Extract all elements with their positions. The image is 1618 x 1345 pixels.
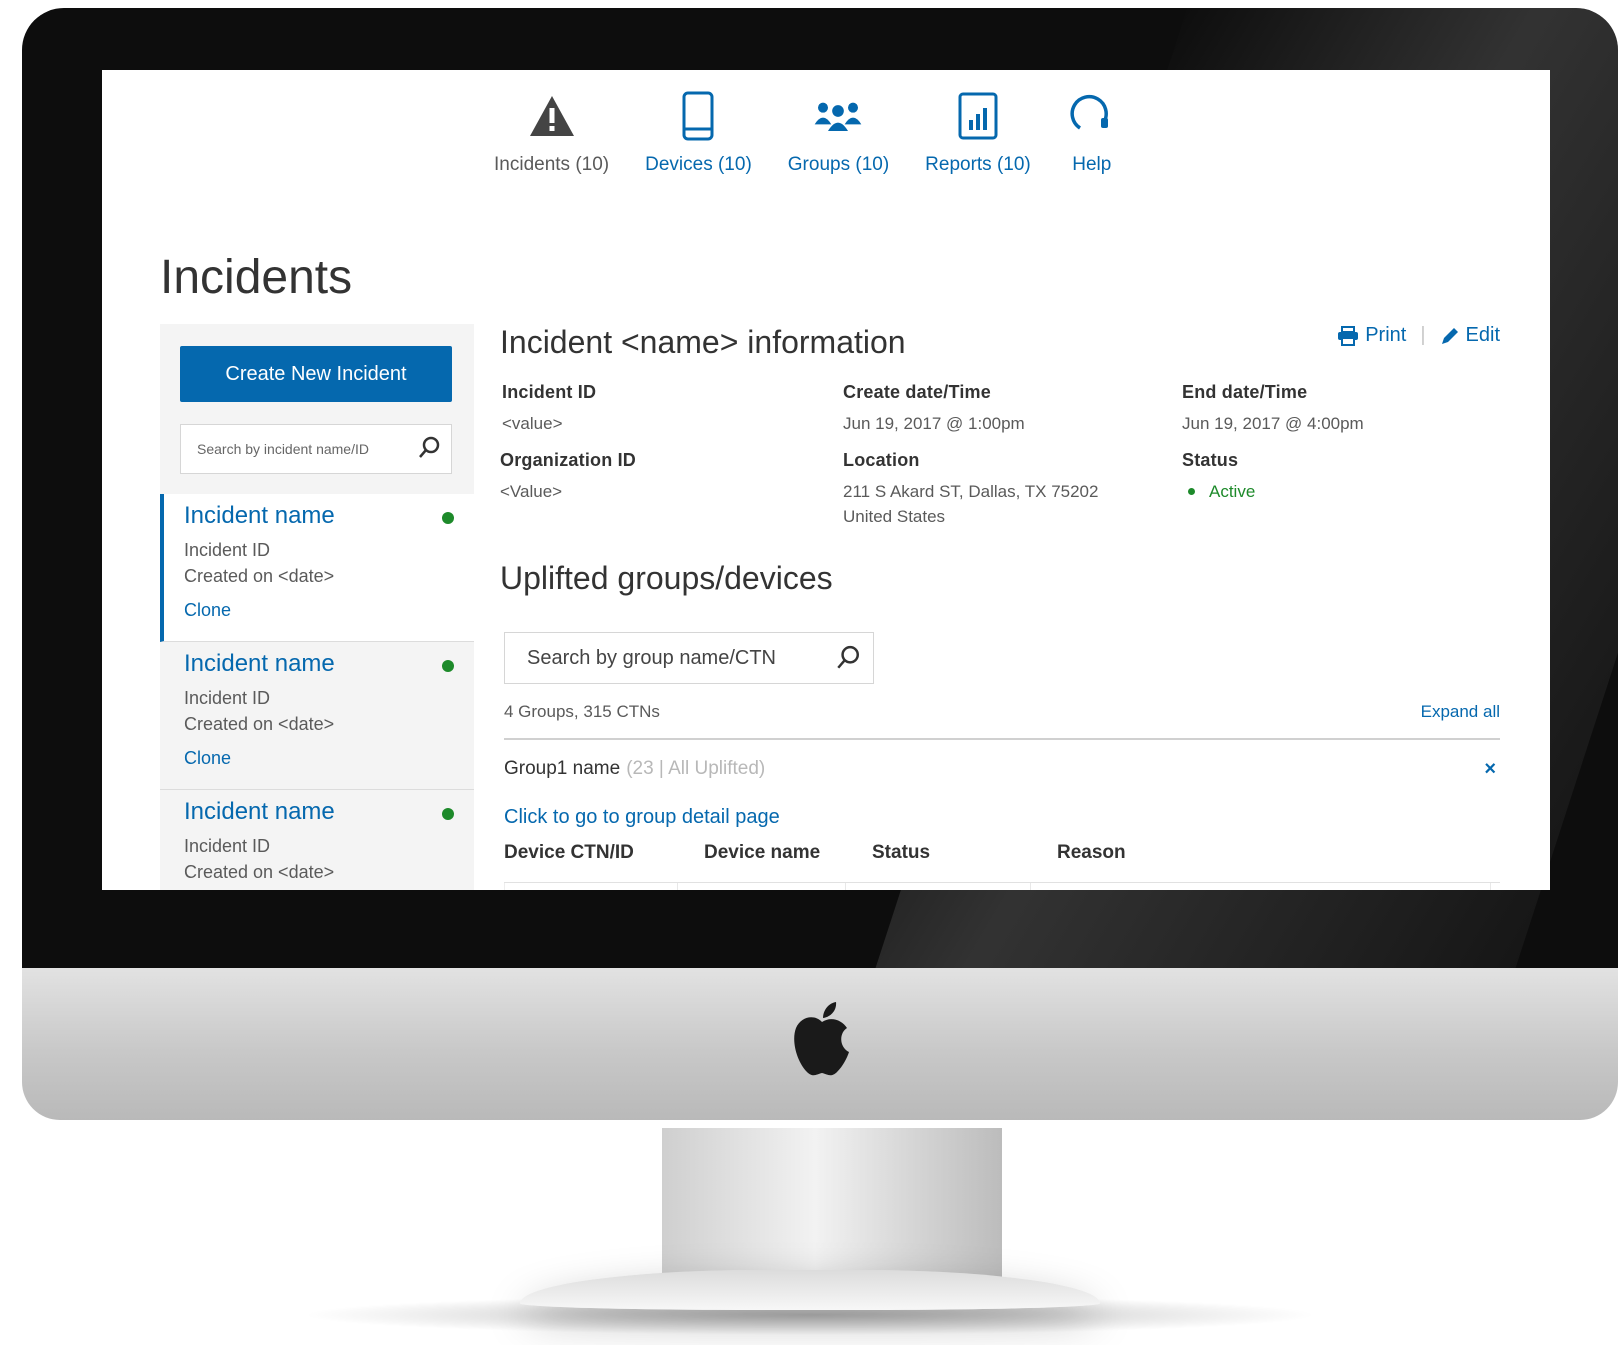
nav-item-groups[interactable]: Groups (10) <box>788 90 889 176</box>
page-title: Incidents <box>160 251 353 305</box>
expand-all-link[interactable]: Expand all <box>1421 702 1500 722</box>
top-nav: Incidents (10) Devices (10) Groups (10) … <box>494 90 1153 176</box>
incident-list: Incident name Incident ID Created on <da… <box>160 494 474 890</box>
create-new-incident-button[interactable]: Create New Incident <box>180 346 452 402</box>
field-organization-id: Organization ID <Value> <box>500 450 636 504</box>
nav-label-incidents: Incidents (10) <box>494 154 610 175</box>
status-value: Active <box>1209 482 1256 501</box>
field-create-datetime: Create date/Time Jun 19, 2017 @ 1:00pm <box>843 382 1025 436</box>
device-table-header: Device CTN/ID Device name Status Reason <box>504 842 1500 883</box>
device-table-body <box>504 883 1501 890</box>
status-dot <box>442 808 454 820</box>
groups-summary: 4 Groups, 315 CTNs <box>504 702 660 721</box>
column-divider <box>845 883 846 890</box>
print-button[interactable]: Print <box>1337 324 1406 347</box>
incident-search-input[interactable] <box>195 440 417 458</box>
detail-actions: Print | Edit <box>1337 324 1500 347</box>
field-status: Status Active <box>1182 450 1255 504</box>
field-label: Status <box>1182 450 1239 470</box>
column-divider <box>677 883 678 890</box>
edit-label: Edit <box>1465 324 1500 346</box>
field-end-datetime: End date/Time Jun 19, 2017 @ 4:00pm <box>1182 382 1364 436</box>
nav-item-incidents[interactable]: Incidents (10) <box>494 90 609 176</box>
nav-label-groups: Groups (10) <box>787 154 890 175</box>
incident-name-link[interactable]: Incident name <box>184 650 335 678</box>
nav-item-devices[interactable]: Devices (10) <box>645 90 752 176</box>
uplifted-section-title: Uplifted groups/devices <box>500 560 833 596</box>
location-line-1: 211 S Akard ST, Dallas, TX 75202 <box>843 482 1099 501</box>
group-search-input[interactable] <box>525 645 829 671</box>
column-header-reason[interactable]: Reason <box>1057 842 1126 864</box>
search-icon[interactable] <box>417 436 441 460</box>
warning-triangle-icon <box>529 96 574 136</box>
field-label: Organization ID <box>500 450 637 470</box>
printer-icon <box>1338 325 1359 346</box>
group-row[interactable]: Group1 name (23 | All Uplifted) × <box>504 758 1500 790</box>
incident-list-item[interactable]: Incident name Incident ID Created on <da… <box>160 642 474 790</box>
nav-item-reports[interactable]: Reports (10) <box>925 90 1031 176</box>
incident-name-link[interactable]: Incident name <box>184 502 335 530</box>
action-divider: | <box>1420 324 1426 346</box>
column-header-device-name[interactable]: Device name <box>704 842 820 864</box>
field-value: <Value> <box>500 482 563 501</box>
group-people-icon <box>815 102 862 131</box>
nav-item-help[interactable]: Help <box>1067 90 1117 176</box>
incident-created-text: Created on <date> <box>184 862 335 882</box>
status-dot <box>442 660 454 672</box>
incident-id-text: Incident ID <box>184 540 271 560</box>
group-meta: (23 | All Uplifted) <box>626 758 766 779</box>
search-icon[interactable] <box>835 645 861 671</box>
monitor-stand-foot <box>520 1270 1100 1310</box>
field-incident-id: Incident ID <value> <box>502 382 596 436</box>
nav-label-help: Help <box>1072 154 1112 175</box>
field-value: <value> <box>502 414 563 433</box>
group-search-box <box>504 632 874 684</box>
incident-list-item[interactable]: Incident name Incident ID Created on <da… <box>160 790 474 890</box>
incident-list-item[interactable]: Incident name Incident ID Created on <da… <box>160 494 474 642</box>
headset-help-icon <box>1070 94 1108 130</box>
incident-sidebar: Create New Incident Incident name Incide… <box>160 324 474 890</box>
apple-logo-icon <box>794 1002 849 1076</box>
status-active-dot <box>1188 488 1195 496</box>
incident-info-title: Incident <name> information <box>500 324 906 360</box>
imac-monitor: Incidents (10) Devices (10) Groups (10) … <box>22 8 1618 1298</box>
clone-link[interactable]: Clone <box>184 600 231 621</box>
incident-id-text: Incident ID <box>184 836 271 856</box>
groups-summary-row: 4 Groups, 315 CTNs Expand all <box>504 702 1500 740</box>
incident-created-text: Created on <date> <box>184 714 335 734</box>
incident-search-box <box>180 424 452 474</box>
column-header-ctn[interactable]: Device CTN/ID <box>504 842 634 864</box>
nav-label-reports: Reports (10) <box>925 154 1031 175</box>
nav-label-devices: Devices (10) <box>645 154 752 175</box>
edit-button[interactable]: Edit <box>1440 324 1500 347</box>
incident-name-link[interactable]: Incident name <box>184 798 335 826</box>
field-label: Create date/Time <box>843 382 991 402</box>
column-divider <box>1490 883 1491 890</box>
clone-link[interactable]: Clone <box>184 748 231 769</box>
incident-id-text: Incident ID <box>184 688 271 708</box>
group-detail-link[interactable]: Click to go to group detail page <box>504 806 780 829</box>
field-label: Incident ID <box>502 382 597 402</box>
column-divider <box>1030 883 1031 890</box>
print-label: Print <box>1365 324 1407 346</box>
app-screen: Incidents (10) Devices (10) Groups (10) … <box>102 70 1550 890</box>
collapse-group-button[interactable]: × <box>1484 758 1496 781</box>
field-location: Location 211 S Akard ST, Dallas, TX 7520… <box>843 450 1098 529</box>
status-dot <box>442 512 454 524</box>
bar-chart-report-icon <box>958 92 998 140</box>
field-label: End date/Time <box>1182 382 1308 402</box>
status-value-row: Active <box>1182 479 1255 504</box>
field-value: Jun 19, 2017 @ 4:00pm <box>1182 414 1364 433</box>
group-name: Group1 name <box>504 758 621 779</box>
pencil-icon <box>1441 327 1458 344</box>
incident-created-text: Created on <date> <box>184 566 335 586</box>
column-header-status[interactable]: Status <box>872 842 930 864</box>
mobile-device-icon <box>682 91 714 141</box>
field-value: Jun 19, 2017 @ 1:00pm <box>843 414 1025 433</box>
location-line-2: United States <box>843 507 946 526</box>
field-label: Location <box>843 450 920 470</box>
field-value-block: 211 S Akard ST, Dallas, TX 75202 United … <box>843 479 1098 529</box>
